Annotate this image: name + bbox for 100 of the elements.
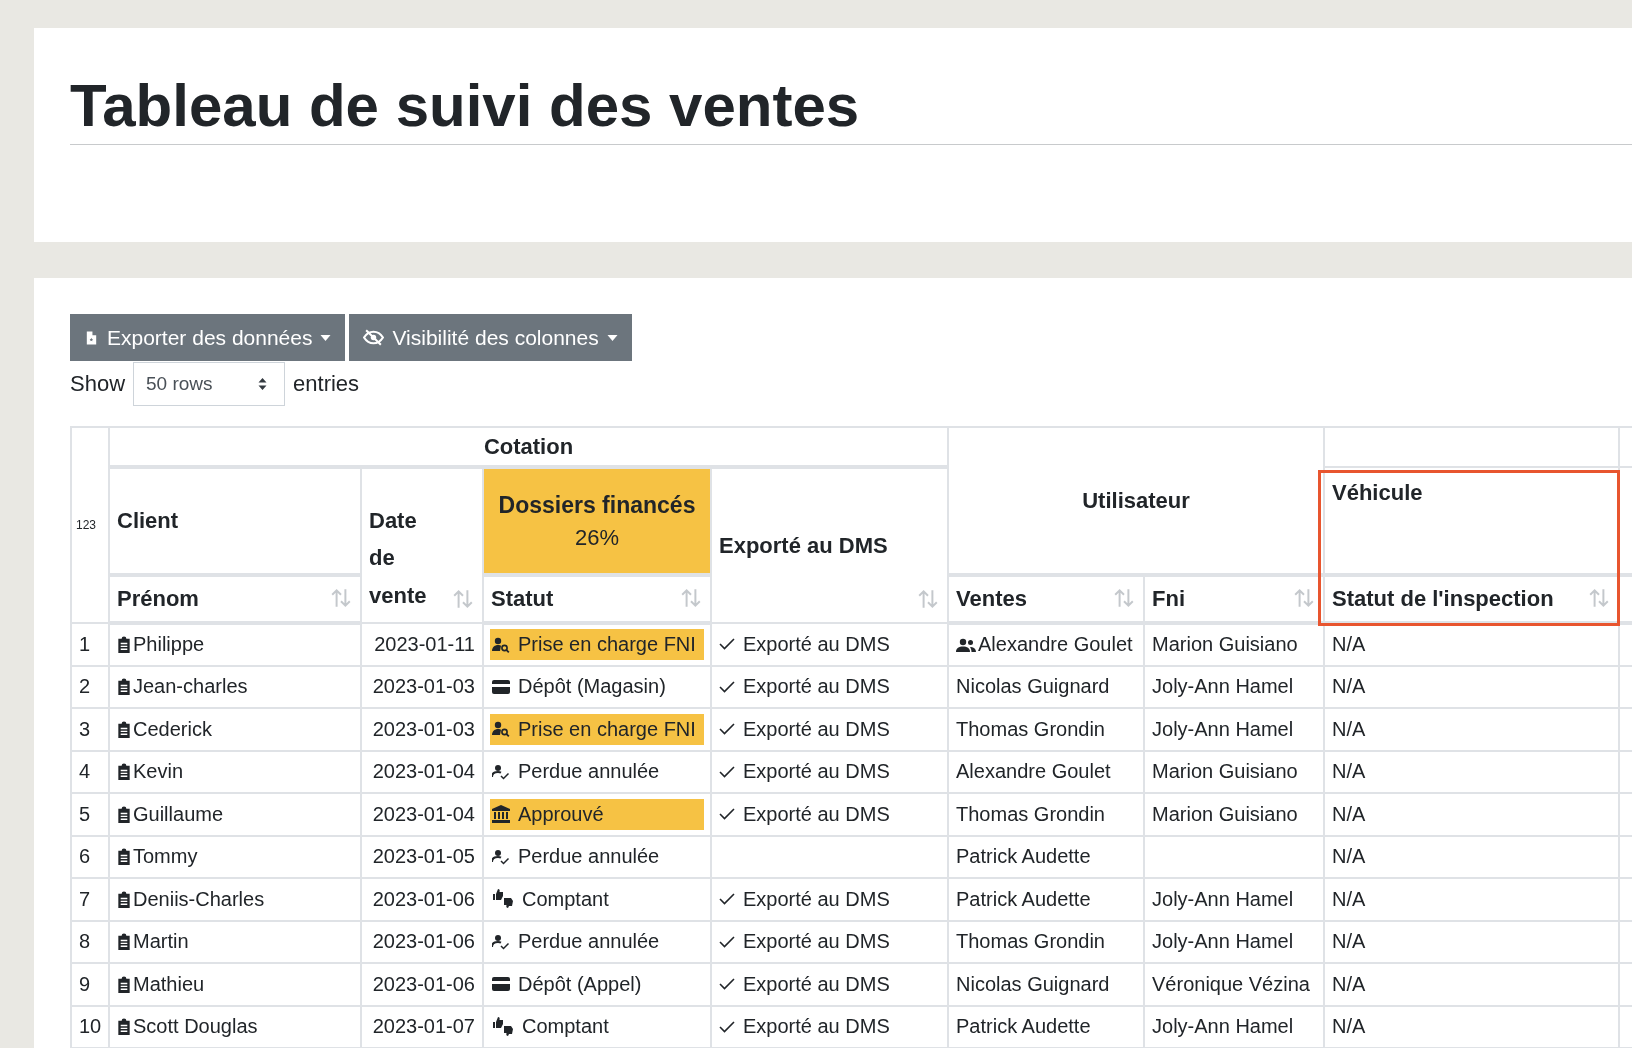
thumbs-icon xyxy=(492,1016,514,1037)
person-check-icon xyxy=(492,933,510,950)
clipboard-icon xyxy=(117,636,131,654)
page-title: Tableau de suivi des ventes xyxy=(70,70,1632,145)
person-check-icon xyxy=(492,763,510,780)
column-header[interactable]: Statut de l'inspection xyxy=(1324,575,1619,623)
clipboard-icon xyxy=(117,975,131,993)
table-cell: 2023-01-06 xyxy=(361,920,483,963)
rows-select[interactable]: 50 rows xyxy=(133,362,286,406)
table-cell: 2023-01-06 xyxy=(361,963,483,1006)
check-icon xyxy=(719,893,735,906)
row-number: 10 xyxy=(71,1005,109,1048)
table-cell-text: Nicolas Guignard xyxy=(956,675,1111,699)
row-number: 6 xyxy=(71,835,109,878)
table-cell: 2023-01-04 xyxy=(361,750,483,793)
table-cell: Philippe xyxy=(133,633,205,657)
table-cell: Joly-Ann Hamel xyxy=(1152,717,1294,740)
status-label: Perdue annulée xyxy=(490,926,704,958)
table-cell: Exporté au DMS xyxy=(743,717,890,741)
clipboard-icon xyxy=(117,1018,131,1036)
table-cell: 2023-01-03 xyxy=(361,708,483,751)
table-cell: N/A xyxy=(1332,802,1366,825)
table-cell: Exporté au DMS xyxy=(743,802,890,826)
toolbar-button[interactable]: Visibilité des colonnes xyxy=(349,314,632,361)
table-cell: N/A xyxy=(1332,887,1366,910)
file-icon xyxy=(84,328,99,347)
table-cell: Exporté au DMS xyxy=(743,930,890,954)
table-cell: Joly-Ann Hamel xyxy=(1152,887,1294,910)
clipboard-icon xyxy=(117,805,131,823)
table-cell: N/A xyxy=(1332,1015,1366,1038)
entries-label: entries xyxy=(293,371,360,397)
table-cell: Exporté au DMS xyxy=(743,675,890,699)
person-check-icon xyxy=(492,848,510,865)
thumbs-icon xyxy=(492,889,514,910)
table-cell: Deniis-Charles xyxy=(133,887,265,911)
table-cell: N/A xyxy=(1332,717,1366,740)
column-header[interactable]: Prénom xyxy=(109,575,361,623)
table-cell-text: Nicolas Guignard xyxy=(956,972,1111,996)
column-header[interactable]: Fni xyxy=(1144,575,1324,623)
table-cell-text: Patrick Audette xyxy=(956,887,1092,911)
status-label: Prise en charge FNI xyxy=(490,713,704,745)
status-label: Approuvé xyxy=(490,798,704,830)
group-header: Cotation xyxy=(109,427,948,467)
table-cell: Guillaume xyxy=(133,802,224,826)
clipboard-icon xyxy=(117,763,131,781)
group-header: Utilisateur xyxy=(948,427,1324,575)
table-cell-text: Thomas Grondin xyxy=(956,802,1106,826)
column-header[interactable]: Ventes xyxy=(948,575,1144,623)
row-number: 8 xyxy=(71,920,109,963)
clipboard-icon xyxy=(117,678,131,696)
status-label: Comptant xyxy=(490,883,704,915)
table-cell: Joly-Ann Hamel xyxy=(1152,1015,1294,1038)
column-header[interactable]: Statut xyxy=(483,575,711,623)
clipboard-icon xyxy=(117,890,131,908)
check-icon xyxy=(719,978,735,991)
table-cell: N/A xyxy=(1332,675,1366,698)
table-cell: 2023-01-05 xyxy=(361,835,483,878)
table-cell: Marion Guisiano xyxy=(1152,633,1298,656)
table-cell: Scott Douglas xyxy=(133,1015,258,1039)
column-header: 123 xyxy=(71,427,109,623)
status-label: Prise en charge FNI xyxy=(490,629,704,661)
status-label: Perdue annulée xyxy=(490,841,704,873)
table-cell: Exporté au DMS xyxy=(743,760,890,784)
toolbar-button[interactable]: Exporter des données xyxy=(70,314,346,361)
row-number: 5 xyxy=(71,793,109,836)
sort-icon xyxy=(452,588,474,610)
row-number: 9 xyxy=(71,963,109,1006)
table-cell: Joly-Ann Hamel xyxy=(1152,675,1294,698)
check-icon xyxy=(719,935,735,948)
sort-icon xyxy=(1293,587,1315,609)
table-cell: Exporté au DMS xyxy=(743,972,890,996)
table-cell: Marion Guisiano xyxy=(1152,802,1298,825)
table-cell: Exporté au DMS xyxy=(743,1015,890,1039)
row-number: 2 xyxy=(71,665,109,708)
row-number: 3 xyxy=(71,708,109,751)
eye-slash-icon xyxy=(363,329,385,346)
check-icon xyxy=(719,765,735,778)
table-cell: Marion Guisiano xyxy=(1152,760,1298,783)
table-cell: 2023-01-04 xyxy=(361,793,483,836)
person-search-icon xyxy=(492,721,510,738)
updown-icon xyxy=(257,377,269,391)
table-cell: Exporté au DMS xyxy=(743,632,890,656)
person-search-icon xyxy=(492,636,510,653)
table-cell-text: Thomas Grondin xyxy=(956,930,1106,954)
table-cell: N/A xyxy=(1332,760,1366,783)
table-cell: Alexandre Goulet xyxy=(956,633,1136,657)
table-cell-text: Patrick Audette xyxy=(956,845,1092,869)
card-icon xyxy=(492,977,510,992)
table-cell: N/A xyxy=(1332,930,1366,953)
row-number: 1 xyxy=(71,623,109,666)
financed-header: Dossiers financés 26% xyxy=(483,467,711,575)
show-label: Show xyxy=(70,371,126,397)
table-cell: Véronique Vézina xyxy=(1152,972,1310,995)
sort-icon xyxy=(1588,587,1610,609)
table-cell: Cederick xyxy=(133,717,212,741)
table-cell-text: Thomas Grondin xyxy=(956,717,1106,741)
clipboard-icon xyxy=(117,848,131,866)
check-icon xyxy=(719,723,735,736)
table-cell: Exporté au DMS xyxy=(743,887,890,911)
clipboard-icon xyxy=(117,720,131,738)
